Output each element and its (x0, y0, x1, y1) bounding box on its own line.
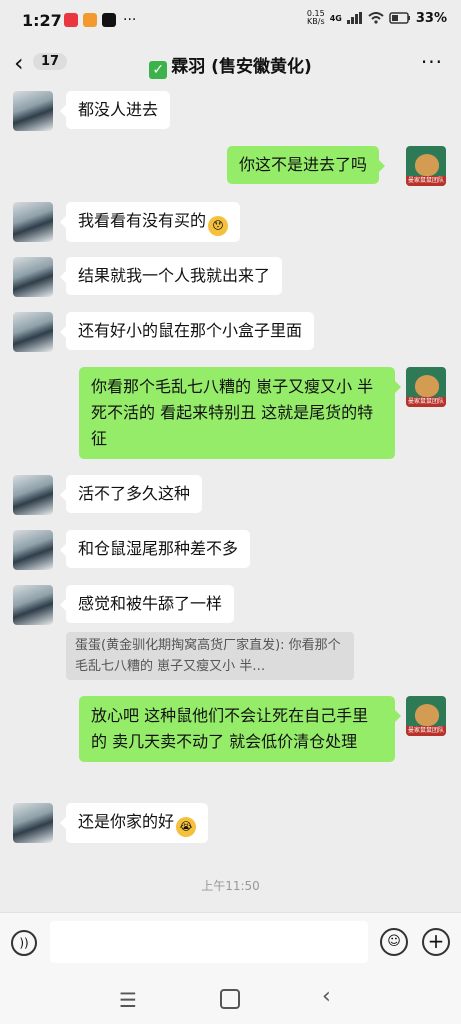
crying-emoji-icon: 😭 (176, 817, 197, 837)
self-avatar[interactable]: 曼家鼠鼠团队 (406, 367, 446, 407)
message-bubble-incoming[interactable]: 和仓鼠湿尾那种差不多 (59, 530, 251, 568)
back-icon[interactable]: ‹ (322, 984, 331, 1009)
check-icon: ✓ (149, 61, 168, 79)
home-icon[interactable] (220, 989, 240, 1009)
wifi-icon (368, 12, 384, 24)
input-bar: )) ☺ + (0, 912, 461, 971)
message-bubble-outgoing[interactable]: 放心吧 这种鼠他们不会让死在自己手里的 卖几天卖不动了 就会低价清仓处理 (79, 696, 401, 762)
contact-avatar[interactable] (13, 530, 53, 570)
message-bubble-outgoing[interactable]: 你看那个毛乱七八糟的 崽子又瘦又小 半死不活的 看起来特别丑 这就是尾货的特征 (79, 367, 401, 459)
menu-icon[interactable]: ☰ (119, 988, 137, 1012)
status-bar: 1:27 ··· 0.15 KB/s 4G 33% (0, 0, 461, 42)
signal-icon (346, 12, 362, 24)
contact-avatar[interactable] (13, 475, 53, 515)
contact-avatar[interactable] (13, 257, 53, 297)
network-type: 4G (329, 13, 342, 23)
more-icon[interactable]: ··· (421, 50, 443, 74)
voice-icon[interactable]: )) (11, 930, 37, 956)
app-notification-icon (83, 13, 97, 27)
chat-header: ‹ 17 ✓ 霖羽 (售安徽黄化) ··· (0, 42, 461, 86)
message-bubble-incoming[interactable]: 结果就我一个人我就出来了 (59, 257, 283, 295)
network-speed: 0.15 KB/s (306, 9, 325, 26)
self-avatar[interactable]: 曼家鼠鼠团队 (406, 146, 446, 186)
battery-percent: 33% (415, 10, 447, 26)
contact-avatar[interactable] (13, 312, 53, 352)
chat-title: ✓ 霖羽 (售安徽黄化) (0, 52, 461, 79)
self-avatar[interactable]: 曼家鼠鼠团队 (406, 696, 446, 736)
tiktok-icon (102, 13, 116, 27)
app-notification-icon (64, 13, 78, 27)
emoji-icon[interactable]: ☺ (380, 928, 408, 956)
message-bubble-incoming[interactable]: 我看看有没有买的 😯 (59, 202, 241, 242)
contact-avatar[interactable] (13, 803, 53, 843)
message-bubble-outgoing[interactable]: 你这不是进去了吗 (227, 146, 386, 184)
surprised-emoji-icon: 😯 (208, 216, 229, 236)
message-bubble-incoming[interactable]: 还是你家的好 😭 (59, 803, 209, 843)
more-notifications-icon: ··· (123, 12, 137, 28)
plus-icon[interactable]: + (422, 928, 450, 956)
message-bubble-incoming[interactable]: 感觉和被牛舔了一样 (59, 585, 235, 623)
notification-icons: ··· (64, 12, 136, 28)
message-timestamp: 上午11:50 (201, 879, 260, 893)
contact-avatar[interactable] (13, 91, 53, 131)
message-bubble-incoming[interactable]: 活不了多久这种 (59, 475, 203, 513)
quoted-message[interactable]: 蛋蛋(黄金驯化期掏窝高货厂家直发): 你看那个毛乱七八糟的 崽子又瘦又小 半… (66, 632, 354, 680)
contact-avatar[interactable] (13, 585, 53, 625)
message-bubble-incoming[interactable]: 还有好小的鼠在那个小盒子里面 (59, 312, 315, 350)
message-bubble-incoming[interactable]: 都没人进去 (59, 91, 171, 129)
status-time: 1:27 (22, 11, 62, 30)
battery-icon (389, 12, 410, 24)
contact-avatar[interactable] (13, 202, 53, 242)
system-nav-bar: ☰ ‹ (0, 970, 461, 1024)
message-input[interactable] (50, 921, 368, 963)
